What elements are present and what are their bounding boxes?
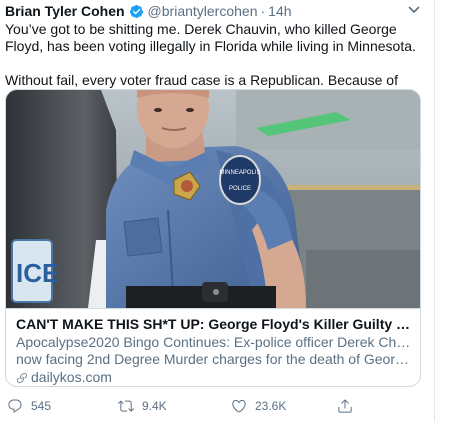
card-title[interactable]: CAN'T MAKE THIS SH*T UP: George Floyd's …: [16, 316, 412, 333]
chevron-down-icon[interactable]: [407, 4, 421, 16]
card-meta[interactable]: CAN'T MAKE THIS SH*T UP: George Floyd's …: [6, 308, 420, 386]
card-description: Apocalypse2020 Bingo Continues: Ex-polic…: [16, 334, 412, 368]
tweet-actions: 545 9.4K 23.6K: [0, 396, 434, 416]
author-name[interactable]: Brian Tyler Cohen: [5, 3, 125, 19]
card-description-line: Apocalypse2020 Bingo Continues: Ex-polic…: [16, 334, 412, 350]
reply-button[interactable]: 545: [7, 396, 51, 416]
patch-text: MINNEAPOLIS: [219, 170, 260, 176]
tweet-header: Brian Tyler Cohen @briantylercohen · 14h: [5, 2, 292, 20]
reply-count: 545: [31, 399, 52, 413]
column-divider: [434, 0, 435, 422]
heart-icon: [232, 399, 246, 413]
link-icon: [17, 372, 27, 383]
link-preview-card[interactable]: ICE MINNEAPOLIS POLICE CAN'T MAKE THIS S…: [5, 89, 421, 387]
card-photo[interactable]: ICE MINNEAPOLIS POLICE: [6, 90, 421, 308]
verified-badge-icon: [129, 4, 143, 18]
like-button[interactable]: 23.6K: [231, 396, 286, 416]
share-icon: [338, 399, 352, 413]
card-description-line: now facing 2nd Degree Murder charges for…: [16, 351, 412, 367]
reply-icon: [8, 399, 22, 413]
plate-text: ICE: [16, 258, 59, 288]
tweet[interactable]: Brian Tyler Cohen @briantylercohen · 14h…: [0, 0, 434, 422]
author-handle[interactable]: @briantylercohen: [148, 3, 258, 19]
card-domain-text[interactable]: dailykos.com: [31, 369, 112, 386]
tweet-timestamp[interactable]: 14h: [268, 3, 291, 19]
retweet-button[interactable]: 9.4K: [118, 396, 167, 416]
tweet-text-line: You’ve got to be shitting me. Derek Chau…: [5, 21, 416, 54]
retweet-count: 9.4K: [142, 399, 167, 413]
separator-dot: ·: [260, 3, 266, 19]
share-button[interactable]: [337, 396, 353, 416]
like-count: 23.6K: [255, 399, 287, 413]
retweet-icon: [118, 400, 134, 412]
card-domain[interactable]: dailykos.com: [16, 369, 412, 386]
patch-subtext: POLICE: [229, 186, 251, 192]
